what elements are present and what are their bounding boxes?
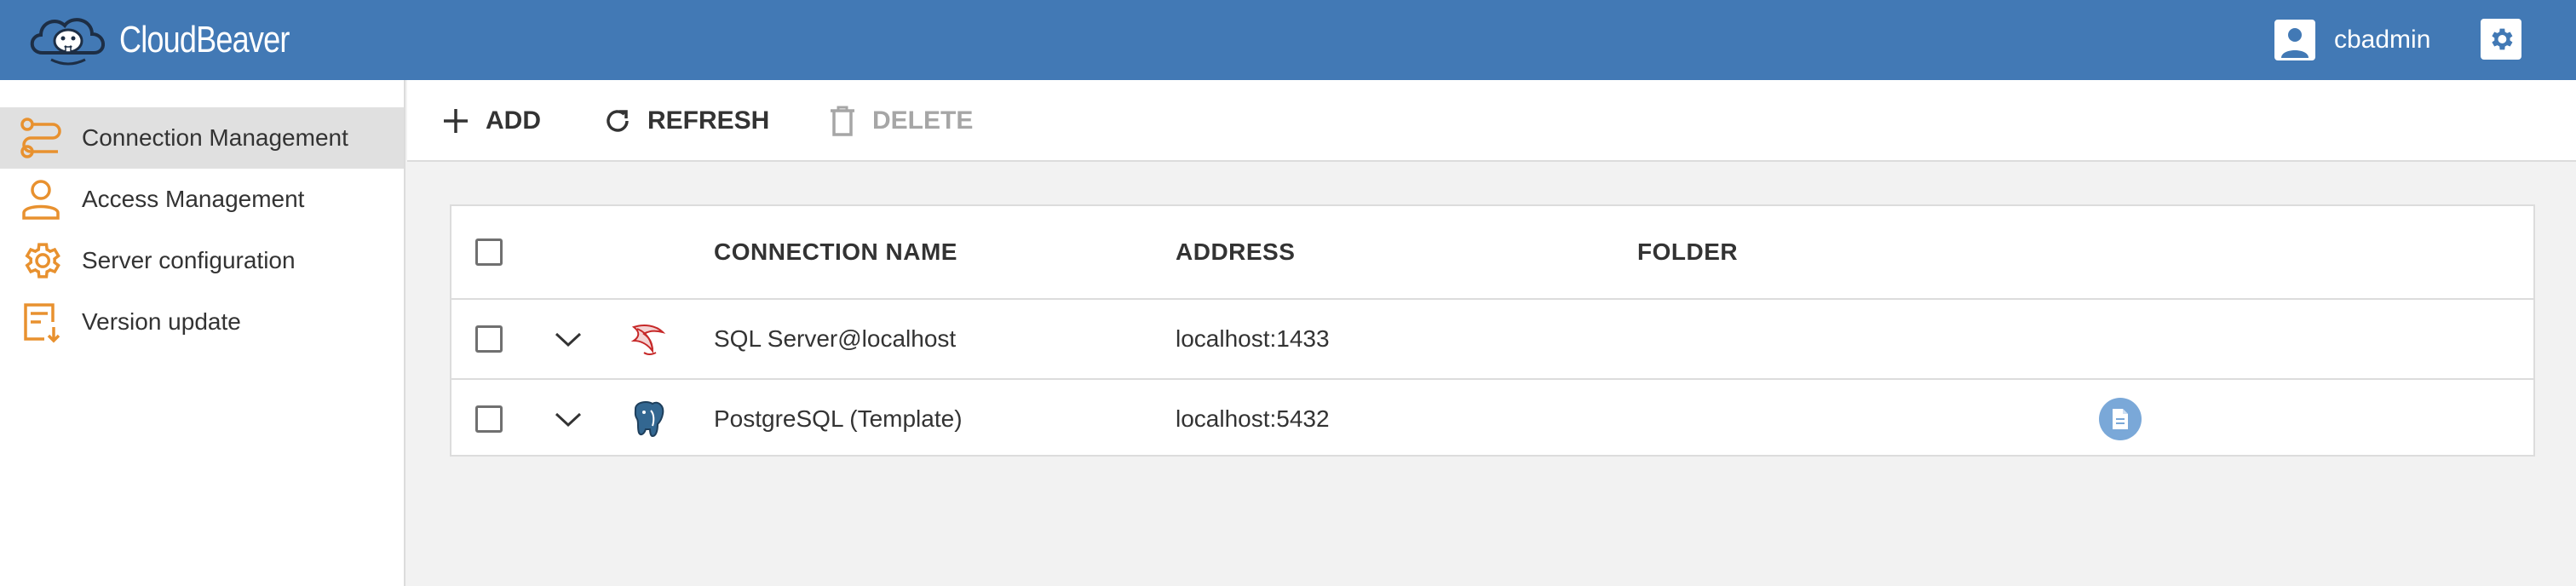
sidebar-item-connection-management[interactable]: Connection Management <box>0 107 404 169</box>
sidebar-item-label: Version update <box>82 308 241 335</box>
connection-name: PostgreSQL (Template) <box>714 405 963 432</box>
postgresql-icon <box>627 380 668 458</box>
refresh-button[interactable]: REFRESH <box>603 102 769 140</box>
template-badge[interactable] <box>2099 380 2142 458</box>
expand-row-button[interactable] <box>554 380 583 458</box>
sidebar-item-version-update[interactable]: Version update <box>0 291 404 353</box>
add-button-label: ADD <box>486 106 541 135</box>
toolbar: ADD REFRESH DELETE <box>407 80 2576 162</box>
logo-text: CloudBeaver <box>119 19 290 60</box>
refresh-icon <box>607 110 629 132</box>
user-name: cbadmin <box>2334 26 2431 54</box>
table-header-row: CONNECTION NAME ADDRESS FOLDER <box>451 206 2533 300</box>
version-update-icon <box>17 298 65 346</box>
refresh-button-label: REFRESH <box>647 106 770 135</box>
sql-server-icon <box>627 300 668 378</box>
top-bar: CloudBeaver cbadmin <box>0 0 2576 80</box>
template-document-icon <box>2099 398 2142 440</box>
connection-icon <box>17 114 65 162</box>
gear-icon <box>17 237 65 284</box>
gear-icon <box>2492 28 2513 50</box>
select-all-checkbox[interactable] <box>475 206 503 298</box>
table-row[interactable]: PostgreSQL (Template) localhost:5432 <box>451 380 2533 458</box>
row-checkbox[interactable] <box>475 300 503 378</box>
sidebar-item-label: Connection Management <box>82 124 348 151</box>
connection-address: localhost:1433 <box>1176 325 1330 352</box>
settings-button[interactable] <box>2481 19 2521 60</box>
add-button[interactable]: ADD <box>441 102 541 140</box>
checkbox-box <box>475 238 503 266</box>
connections-table: CONNECTION NAME ADDRESS FOLDER SQL Serve… <box>450 204 2535 457</box>
connection-address: localhost:5432 <box>1176 405 1330 432</box>
sidebar-item-server-configuration[interactable]: Server configuration <box>0 230 404 291</box>
row-checkbox[interactable] <box>475 380 503 458</box>
column-header-connection-name[interactable]: CONNECTION NAME <box>714 206 957 298</box>
column-header-address[interactable]: ADDRESS <box>1176 206 1295 298</box>
connection-name: SQL Server@localhost <box>714 325 957 352</box>
checkbox-box <box>475 325 503 353</box>
table-row[interactable]: SQL Server@localhost localhost:1433 <box>451 300 2533 380</box>
checkbox-box <box>475 405 503 433</box>
user-avatar-icon <box>2274 20 2315 60</box>
trash-icon <box>831 106 854 136</box>
sidebar-item-label: Server configuration <box>82 247 296 273</box>
sidebar-item-access-management[interactable]: Access Management <box>0 169 404 230</box>
chevron-down-icon <box>555 332 582 348</box>
plus-icon <box>444 109 468 133</box>
column-header-folder[interactable]: FOLDER <box>1637 206 1738 298</box>
user-icon <box>17 175 65 223</box>
beaver-logo-icon <box>30 18 105 66</box>
delete-button-label: DELETE <box>872 106 974 135</box>
delete-button[interactable]: DELETE <box>828 102 973 140</box>
expand-row-button[interactable] <box>554 300 583 378</box>
chevron-down-icon <box>555 412 582 428</box>
cloudbeaver-logo[interactable]: CloudBeaver <box>26 9 326 72</box>
sidebar-item-label: Access Management <box>82 186 305 212</box>
sidebar: Connection Management Access Management … <box>0 80 405 586</box>
user-menu[interactable]: cbadmin <box>2274 19 2430 61</box>
